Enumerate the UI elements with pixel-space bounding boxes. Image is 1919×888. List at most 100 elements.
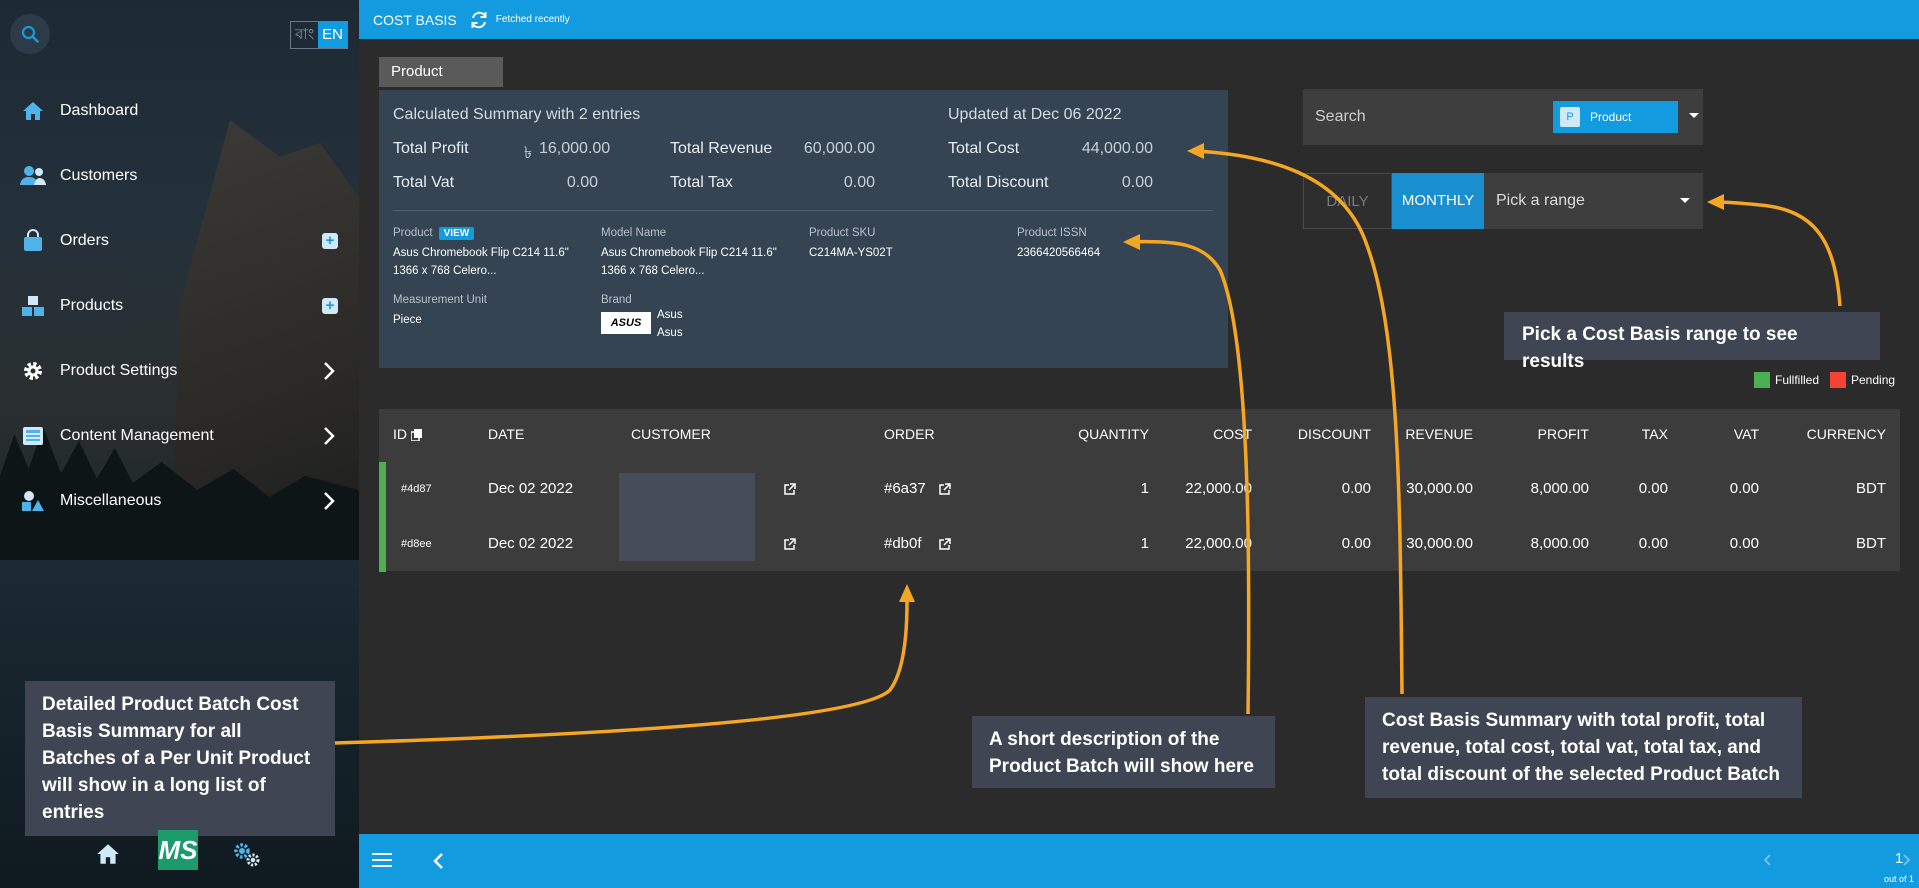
- settings-gears-icon[interactable]: [232, 842, 262, 868]
- sidebar-item-label: Miscellaneous: [60, 492, 162, 509]
- search-icon[interactable]: [10, 14, 50, 54]
- chevron-right-icon: [322, 361, 336, 381]
- total-profit-value: 16,000.00: [539, 140, 611, 157]
- row-id[interactable]: #4d87: [401, 483, 432, 495]
- legend-pending: Pending: [1830, 372, 1895, 388]
- sidebar-item-miscellaneous[interactable]: Miscellaneous: [0, 476, 359, 526]
- row-revenue: 30,000.00: [1406, 535, 1473, 552]
- unit-value: Piece: [393, 314, 422, 326]
- sidebar-item-customers[interactable]: Customers: [0, 151, 359, 201]
- arrowhead: [1707, 194, 1724, 210]
- callout-range: Pick a Cost Basis range to see results: [1504, 312, 1880, 372]
- sidebar-item-content-management[interactable]: Content Management: [0, 411, 359, 461]
- callout-description: A short description of the Product Batch…: [972, 716, 1275, 788]
- monthly-toggle[interactable]: MONTHLY: [1392, 173, 1484, 229]
- row-order[interactable]: #db0f: [884, 535, 922, 552]
- row-discount: 0.00: [1341, 480, 1371, 497]
- lang-bn-option[interactable]: বাং: [291, 22, 318, 48]
- chevron-right-icon[interactable]: [1903, 854, 1911, 866]
- row-profit: 8,000.00: [1530, 535, 1589, 552]
- arrow-to-table: [334, 601, 909, 745]
- row-tax: 0.00: [1638, 535, 1668, 552]
- summary-heading: Calculated Summary with 2 entries: [393, 106, 641, 123]
- content-icon: [20, 423, 46, 449]
- pending-label: Pending: [1851, 373, 1896, 387]
- total-tax-label: Total Tax: [670, 174, 733, 191]
- gear-icon: [20, 358, 46, 384]
- menu-icon[interactable]: [372, 851, 392, 869]
- chip-avatar: P: [1560, 107, 1580, 127]
- bottom-bar: 1 out of 1: [359, 834, 1919, 888]
- home-icon[interactable]: [95, 842, 121, 866]
- table-row[interactable]: #4d87 Dec 02 2022 #6a37 1 22,000.00 0.00…: [379, 462, 1900, 517]
- top-bar: COST BASIS Fetched recently: [359, 0, 1919, 39]
- sku-value: C214MA-YS02T: [809, 247, 893, 259]
- range-placeholder: Pick a range: [1496, 192, 1585, 209]
- chevron-down-icon[interactable]: [1680, 198, 1690, 203]
- sidebar-item-orders[interactable]: Orders +: [0, 216, 359, 266]
- sidebar-item-products[interactable]: Products +: [0, 281, 359, 331]
- col-header-customer: CUSTOMER: [631, 426, 711, 442]
- filter-select[interactable]: P Product: [1545, 89, 1703, 145]
- fulfilled-label: Fullfilled: [1775, 373, 1820, 387]
- total-vat-label: Total Vat: [393, 174, 455, 191]
- sidebar-item-dashboard[interactable]: Dashboard: [0, 86, 359, 136]
- copy-icon[interactable]: [410, 429, 422, 442]
- row-id[interactable]: #d8ee: [401, 538, 432, 550]
- status-fulfilled-bar: [379, 517, 386, 572]
- row-tax: 0.00: [1638, 480, 1668, 497]
- add-product-button[interactable]: +: [322, 298, 338, 314]
- view-product-button[interactable]: VIEW: [438, 227, 475, 240]
- row-profit: 8,000.00: [1530, 480, 1589, 497]
- col-header-vat: VAT: [1733, 426, 1759, 442]
- row-discount: 0.00: [1341, 535, 1371, 552]
- external-link-icon[interactable]: [938, 538, 951, 551]
- table-row[interactable]: #d8ee Dec 02 2022 #db0f 1 22,000.00 0.00…: [379, 517, 1900, 572]
- col-header-tax: TAX: [1641, 426, 1668, 442]
- legend-fulfilled: Fullfilled: [1754, 372, 1819, 388]
- sidebar-item-label: Content Management: [60, 427, 214, 444]
- total-tax-value: 0.00: [843, 174, 875, 191]
- tab-product[interactable]: Product: [379, 57, 503, 87]
- col-header-id: ID: [393, 426, 422, 442]
- add-order-button[interactable]: +: [322, 233, 338, 249]
- language-switch[interactable]: বাং EN: [290, 21, 348, 49]
- external-link-icon[interactable]: [783, 483, 796, 496]
- col-header-date: DATE: [488, 426, 525, 442]
- chevron-left-icon[interactable]: [432, 852, 444, 870]
- status-fulfilled-bar: [379, 462, 386, 517]
- daily-toggle[interactable]: DAILY: [1303, 173, 1392, 229]
- brand-label: Brand: [601, 294, 632, 306]
- page-out-of: out of 1: [1883, 874, 1915, 884]
- summary-card: Calculated Summary with 2 entries Update…: [379, 90, 1228, 368]
- sidebar-item-label: Products: [60, 297, 124, 314]
- range-picker[interactable]: Pick a range: [1484, 173, 1703, 229]
- total-vat-value: 0.00: [566, 174, 598, 191]
- updated-at: Updated at Dec 06 2022: [948, 106, 1122, 123]
- pending-swatch: [1830, 372, 1846, 388]
- sku-label: Product SKU: [809, 227, 876, 239]
- external-link-icon[interactable]: [938, 483, 951, 496]
- col-header-quantity: QUANTITY: [1078, 426, 1149, 442]
- lang-en-option[interactable]: EN: [318, 22, 347, 48]
- sidebar-item-label: Orders: [60, 232, 109, 249]
- total-profit-label: Total Profit: [393, 140, 469, 157]
- external-link-icon[interactable]: [783, 538, 796, 551]
- brand-names: Asus Asus: [657, 306, 683, 342]
- callout-batch-list: Detailed Product Batch Cost Basis Summar…: [25, 681, 335, 836]
- sync-icon[interactable]: [469, 10, 489, 30]
- search-input[interactable]: Search: [1303, 89, 1545, 145]
- issn-label: Product ISSN: [1017, 227, 1087, 239]
- row-order[interactable]: #6a37: [884, 480, 926, 497]
- fetch-status: Fetched recently: [495, 14, 570, 25]
- row-date: Dec 02 2022: [488, 535, 574, 552]
- filter-chip-product[interactable]: P Product: [1553, 101, 1678, 133]
- col-header-id-text: ID: [393, 426, 407, 442]
- brand-name-1: Asus: [657, 309, 683, 321]
- sidebar-item-product-settings[interactable]: Product Settings: [0, 346, 359, 396]
- row-revenue: 30,000.00: [1406, 480, 1473, 497]
- app-logo[interactable]: MS: [158, 830, 198, 870]
- brand-logo: ASUS: [601, 312, 651, 334]
- prev-page-icon[interactable]: [1763, 854, 1771, 866]
- chevron-down-icon[interactable]: [1689, 113, 1699, 118]
